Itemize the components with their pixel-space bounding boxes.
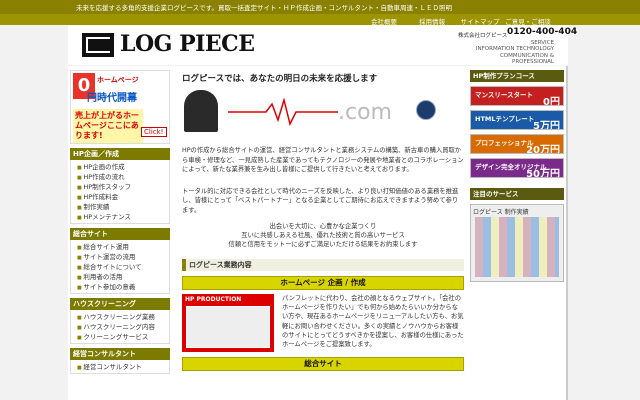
sidebar-item[interactable]: HP作成料金 bbox=[71, 192, 169, 202]
sidebar-item[interactable]: クリーニングサービス bbox=[71, 332, 169, 342]
service-heading: 注目のサービス bbox=[470, 188, 564, 200]
plan-heading: HP制作プランコース bbox=[470, 70, 564, 82]
banner-line1: ホームページ bbox=[97, 76, 139, 84]
hp-row: HP PRODUCTION パンフレットに代わり、会社の顔となるウェブサイト。「… bbox=[182, 294, 464, 352]
main-content: ログピースでは、あなたの明日の未来を応援します .com HPの作成から総合サイ… bbox=[182, 72, 464, 371]
globe-icon bbox=[416, 100, 436, 120]
plan-html[interactable]: HTMLテンプレート 5万円 bbox=[470, 110, 564, 130]
logo-icon[interactable] bbox=[82, 33, 114, 57]
hp-thumbnail[interactable]: HP PRODUCTION bbox=[182, 294, 274, 352]
banner-line3: 売上が上がるホームページここにあります! bbox=[73, 109, 143, 143]
hp-heading[interactable]: ホームページ 企画 / 作成 bbox=[182, 276, 464, 290]
plan-original[interactable]: デザイン完全オリジナル 50万円 bbox=[470, 158, 564, 178]
sidebar-item[interactable]: サイト運営の流用 bbox=[71, 252, 169, 262]
sidebar-item[interactable]: 制作実績 bbox=[71, 202, 169, 212]
intro-paragraph: HPの作成から総合サイトの運営、経営コンサルタントと業務システムの構築、新古車の… bbox=[182, 147, 464, 173]
sidebar-item[interactable]: HP制作スタッフ bbox=[71, 182, 169, 192]
section-hp: HP企画／作成 bbox=[70, 148, 170, 160]
right-column: HP制作プランコース マンスリースタート 0円 HTMLテンプレート 5万円 プロフ… bbox=[470, 70, 564, 282]
section-general: 総合サイト bbox=[70, 228, 170, 240]
general-site-heading[interactable]: 総合サイト bbox=[182, 357, 464, 371]
motto: 出会いを大切に、心豊かな企業つくり 互いに共感しあえる社風、優れた技術と質の高い… bbox=[228, 223, 418, 248]
service-text: SERVICE INFORMATION TECHNOLOGY COMMUNICA… bbox=[475, 40, 554, 65]
sidebar-item[interactable]: 総合サイト運用 bbox=[71, 242, 169, 252]
sidebar-item[interactable]: 経営コンサルタント bbox=[71, 362, 169, 372]
sidebar-item[interactable]: HP作成の流れ bbox=[71, 172, 169, 182]
menu-consult: 経営コンサルタント bbox=[70, 360, 170, 374]
site-tagline: 未来を応援する多角的支援企業ログピースです。買取一括査定サイト・ＨＰ作成企画・コ… bbox=[76, 4, 453, 12]
sidebar: 0 ホームページ 円時代開幕 売上が上がるホームページここにあります! Clic… bbox=[70, 70, 174, 374]
businessman-image bbox=[184, 90, 218, 132]
phone-number: 0120-400-404 bbox=[507, 27, 578, 37]
sidebar-item[interactable]: HPメンテナンス bbox=[71, 212, 169, 222]
logo-text[interactable]: LOG PIECE bbox=[120, 31, 255, 57]
divider bbox=[566, 66, 568, 400]
hp-description: パンフレットに代わり、会社の顔となるウェブサイト。「会社のホームページを作りたい… bbox=[282, 295, 464, 349]
section-cleaning: ハウスクリーニング bbox=[70, 298, 170, 310]
banner-line2: 円時代開幕 bbox=[87, 93, 137, 104]
plan-pro[interactable]: プロフェッショナル 20万円 bbox=[470, 134, 564, 154]
sidebar-item[interactable]: サイト参加の意義 bbox=[71, 282, 169, 292]
hero-image: .com bbox=[182, 90, 464, 134]
sidebar-item[interactable]: HP企画の作成 bbox=[71, 162, 169, 172]
business-heading: ログピース業務内容 bbox=[182, 259, 464, 271]
menu-general: 総合サイト運用 サイト運営の流用 総合サイトについて 利用者の活用 サイト参加の… bbox=[70, 240, 170, 294]
dotcom-text: .com bbox=[338, 100, 392, 125]
company-name: 株式会社ログピース bbox=[458, 33, 508, 39]
page-title: ログピースでは、あなたの明日の未来を応援します bbox=[182, 74, 378, 84]
mission-paragraph: トータル的に対応できる会社として時代のニーズを反映した、より良い打知価値のある業… bbox=[182, 187, 459, 214]
menu-hp: HP企画の作成 HP作成の流れ HP制作スタッフ HP作成料金 制作実績 HPメ… bbox=[70, 160, 170, 224]
menu-cleaning: ハウスクリーニング業務 ハウスクリーニング内容 クリーニングサービス bbox=[70, 310, 170, 344]
plan-monthly[interactable]: マンスリースタート 0円 bbox=[470, 86, 564, 106]
sidebar-item[interactable]: 利用者の活用 bbox=[71, 272, 169, 282]
sidebar-item[interactable]: 総合サイトについて bbox=[71, 262, 169, 272]
promo-banner[interactable]: 0 ホームページ 円時代開幕 売上が上がるホームページここにあります! Clic… bbox=[70, 70, 170, 144]
sidebar-item[interactable]: ハウスクリーニング内容 bbox=[71, 322, 169, 332]
sidebar-item[interactable]: ハウスクリーニング業務 bbox=[71, 312, 169, 322]
pulse-line-icon bbox=[228, 98, 338, 126]
section-consult: 経営コンサルタント bbox=[70, 348, 170, 360]
banner-click: Click! bbox=[141, 127, 167, 137]
works-panel[interactable]: ログピース 制作実績 bbox=[470, 204, 564, 282]
